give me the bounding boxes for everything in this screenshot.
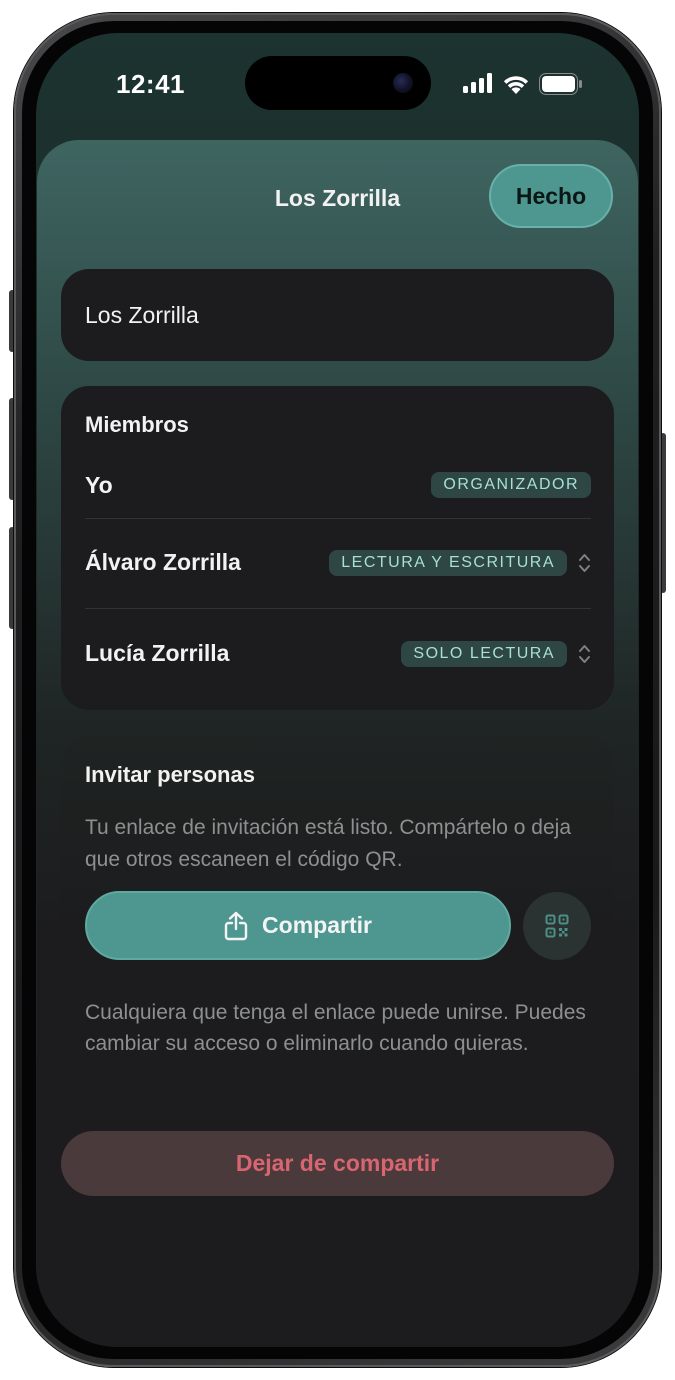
status-time: 12:41 — [116, 69, 185, 99]
phone-frame: 12:41 Los Zorrilla Hecho Los Zorrilla Mi… — [14, 13, 661, 1367]
chevron-up-down-icon[interactable] — [578, 552, 591, 574]
member-row: Yo ORGANIZADOR — [85, 470, 591, 500]
chevron-up-down-icon[interactable] — [578, 643, 591, 665]
members-card: Miembros Yo ORGANIZADOR Álvaro Zorrilla … — [61, 386, 614, 710]
cellular-signal-icon — [463, 73, 492, 93]
members-heading: Miembros — [85, 412, 189, 437]
dynamic-island — [245, 56, 431, 110]
qr-code-icon — [545, 914, 569, 938]
share-button[interactable]: Compartir — [85, 891, 511, 960]
battery-icon — [539, 73, 582, 95]
divider — [85, 518, 591, 519]
role-picker[interactable]: SOLO LECTURA — [401, 641, 567, 667]
member-name: Lucía Zorrilla — [85, 640, 230, 666]
done-button[interactable]: Hecho — [489, 164, 613, 228]
divider — [85, 608, 591, 609]
stop-sharing-button[interactable]: Dejar de compartir — [61, 1131, 614, 1196]
share-settings-sheet: Los Zorrilla Hecho Miembros Yo ORGANIZAD… — [37, 140, 638, 1347]
wifi-icon — [503, 76, 529, 94]
invite-description: Tu enlace de invitación está listo. Comp… — [85, 816, 571, 871]
group-name-card — [61, 269, 614, 361]
role-badge: ORGANIZADOR — [431, 472, 591, 498]
member-name: Yo — [85, 472, 113, 498]
status-icons — [463, 73, 583, 95]
phone-screen: 12:41 Los Zorrilla Hecho Los Zorrilla Mi… — [36, 33, 639, 1347]
role-picker[interactable]: LECTURA Y ESCRITURA — [329, 550, 567, 576]
invite-card: Invitar personas Tu enlace de invitación… — [61, 736, 614, 1281]
group-name-input[interactable] — [85, 269, 585, 361]
share-label: Compartir — [262, 912, 372, 938]
qr-code-button[interactable] — [523, 892, 591, 960]
member-name: Álvaro Zorrilla — [85, 549, 241, 575]
share-icon — [224, 911, 248, 940]
front-camera-icon — [393, 73, 413, 93]
member-row[interactable]: Lucía Zorrilla SOLO LECTURA — [85, 637, 591, 669]
invite-footnote: Cualquiera que tenga el enlace puede uni… — [85, 1001, 586, 1055]
invite-heading: Invitar personas — [85, 762, 255, 787]
status-bar: 12:41 — [36, 33, 639, 133]
member-row[interactable]: Álvaro Zorrilla LECTURA Y ESCRITURA — [85, 546, 591, 578]
share-button-content: Compartir — [87, 893, 509, 958]
